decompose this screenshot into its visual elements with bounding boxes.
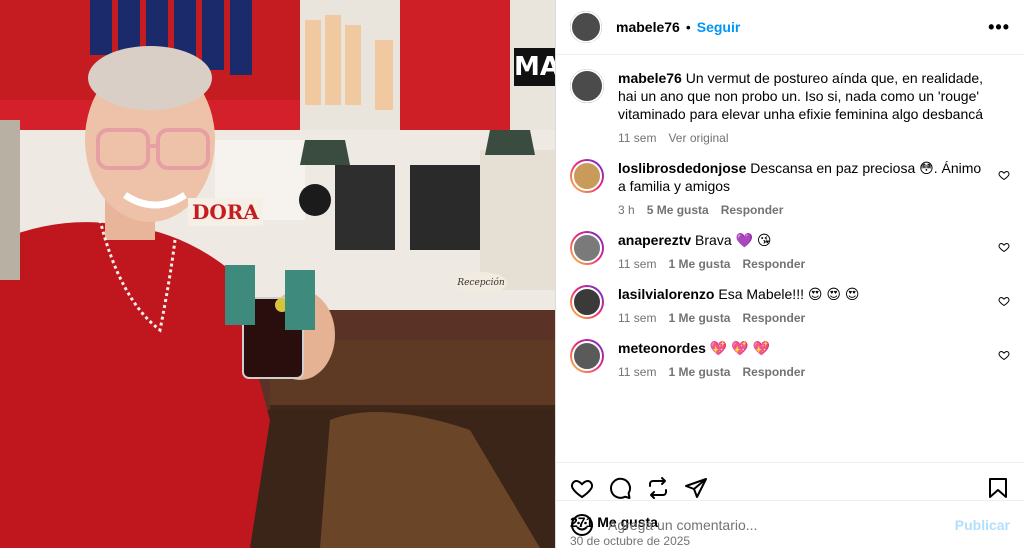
comment-time: 11 sem bbox=[618, 311, 657, 325]
caption-avatar[interactable] bbox=[570, 69, 604, 103]
emoji-icon[interactable] bbox=[570, 513, 594, 537]
commenter-username[interactable]: anapereztv bbox=[618, 232, 691, 248]
reply-button[interactable]: Responder bbox=[742, 257, 805, 271]
publish-button[interactable]: Publicar bbox=[955, 517, 1010, 533]
comment-likes[interactable]: 1 Me gusta bbox=[668, 257, 730, 271]
reply-button[interactable]: Responder bbox=[742, 365, 805, 379]
bar-sign: MA bbox=[514, 48, 555, 86]
comment-item: lasilvialorenzo Esa Mabele!!! 😍 😍 😍 11 s… bbox=[570, 285, 1010, 325]
save-icon[interactable] bbox=[986, 476, 1010, 500]
commenter-avatar[interactable] bbox=[570, 159, 604, 193]
commenter-username[interactable]: meteonordes bbox=[618, 340, 706, 356]
commenter-username[interactable]: loslibrosdedonjose bbox=[618, 160, 746, 176]
post-sidebar: mabele76 • Seguir ••• mabele76 Un vermut… bbox=[555, 0, 1024, 548]
comments-list[interactable]: mabele76 Un vermut de postureo aínda que… bbox=[556, 55, 1024, 462]
comment-likes[interactable]: 1 Me gusta bbox=[668, 311, 730, 325]
post-header: mabele76 • Seguir ••• bbox=[556, 0, 1024, 55]
like-comment-icon[interactable] bbox=[998, 241, 1010, 253]
commenter-avatar[interactable] bbox=[570, 339, 604, 373]
reception-sign: Recepción bbox=[455, 272, 507, 294]
comment-item: loslibrosdedonjose Descansa en paz preci… bbox=[570, 159, 1010, 217]
repost-icon[interactable] bbox=[646, 476, 670, 500]
comment-time: 3 h bbox=[618, 203, 635, 217]
comment-likes[interactable]: 1 Me gusta bbox=[668, 365, 730, 379]
comment-composer: Publicar bbox=[556, 500, 1024, 548]
comment-icon[interactable] bbox=[608, 476, 632, 500]
like-comment-icon[interactable] bbox=[998, 349, 1010, 361]
comment-item: anapereztv Brava 💜 😘 11 sem 1 Me gusta R… bbox=[570, 231, 1010, 271]
caption-time: 11 sem bbox=[618, 131, 657, 145]
comment-input[interactable] bbox=[608, 516, 955, 533]
reply-button[interactable]: Responder bbox=[742, 311, 805, 325]
share-icon[interactable] bbox=[684, 476, 708, 500]
like-icon[interactable] bbox=[570, 476, 594, 500]
like-comment-icon[interactable] bbox=[998, 295, 1010, 307]
author-username[interactable]: mabele76 bbox=[616, 19, 680, 35]
comment-time: 11 sem bbox=[618, 365, 657, 379]
see-original-link[interactable]: Ver original bbox=[668, 131, 728, 145]
comment-time: 11 sem bbox=[618, 257, 657, 271]
comment-likes[interactable]: 5 Me gusta bbox=[647, 203, 709, 217]
comment-text: 💖 💖 💖 bbox=[709, 340, 770, 356]
comment-text: Esa Mabele!!! 😍 😍 😍 bbox=[718, 286, 860, 302]
more-options-icon[interactable]: ••• bbox=[988, 17, 1010, 38]
reply-button[interactable]: Responder bbox=[721, 203, 784, 217]
comment-item: meteonordes 💖 💖 💖 11 sem 1 Me gusta Resp… bbox=[570, 339, 1010, 379]
commenter-avatar[interactable] bbox=[570, 285, 604, 319]
door-sign: DORA bbox=[188, 198, 263, 226]
like-comment-icon[interactable] bbox=[998, 169, 1010, 181]
separator-dot: • bbox=[685, 19, 691, 35]
commenter-avatar[interactable] bbox=[570, 231, 604, 265]
caption-item: mabele76 Un vermut de postureo aínda que… bbox=[570, 69, 1010, 145]
author-avatar[interactable] bbox=[570, 11, 602, 43]
caption-username[interactable]: mabele76 bbox=[618, 70, 682, 86]
post-photo[interactable]: MA Recepción DORA bbox=[0, 0, 555, 548]
comment-text: Brava 💜 😘 bbox=[695, 232, 772, 248]
commenter-username[interactable]: lasilvialorenzo bbox=[618, 286, 714, 302]
follow-button[interactable]: Seguir bbox=[697, 19, 741, 35]
